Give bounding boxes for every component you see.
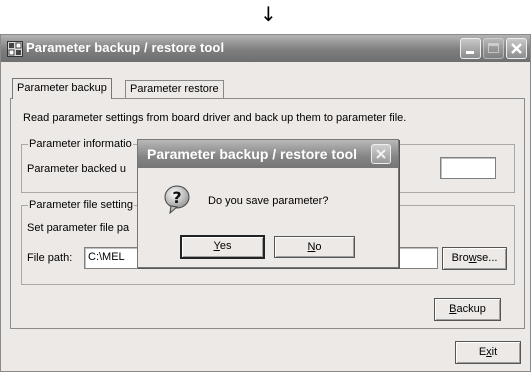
dialog-title-bar[interactable]: Parameter backup / restore tool xyxy=(138,140,398,168)
backup-button[interactable]: Backup xyxy=(434,298,501,321)
dialog-close-button[interactable] xyxy=(371,144,391,164)
minimize-button[interactable] xyxy=(460,38,481,59)
file-path-value: C:\MEL xyxy=(88,251,125,263)
down-arrow-indicator: ↓ xyxy=(260,2,277,26)
file-path-label: File path: xyxy=(27,252,73,264)
svg-text:?: ? xyxy=(172,188,181,207)
yes-button[interactable]: Yes xyxy=(180,235,265,259)
close-button[interactable] xyxy=(506,38,527,59)
browse-button[interactable]: Browse... xyxy=(442,247,507,270)
info-text: Parameter backed u xyxy=(27,163,127,175)
info-field xyxy=(440,157,496,179)
window-title: Parameter backup / restore tool xyxy=(26,40,225,55)
tab-label: Parameter backup xyxy=(17,82,107,94)
tab-parameter-restore[interactable]: Parameter restore xyxy=(125,80,224,98)
tab-parameter-backup[interactable]: Parameter backup xyxy=(12,78,112,99)
confirm-dialog: Parameter backup / restore tool ? Do you… xyxy=(137,139,399,268)
group-label: Parameter file setting xyxy=(28,199,134,212)
close-icon xyxy=(511,43,522,54)
dialog-title: Parameter backup / restore tool xyxy=(147,146,358,162)
question-icon: ? xyxy=(161,183,193,215)
exit-button[interactable]: Exit xyxy=(455,341,521,364)
dialog-message: Do you save parameter? xyxy=(208,195,329,207)
maximize-button[interactable] xyxy=(483,38,504,59)
set-file-text: Set parameter file pa xyxy=(27,222,130,234)
group-label: Parameter informatio xyxy=(28,138,133,151)
tab-label: Parameter restore xyxy=(130,83,219,95)
close-icon xyxy=(376,149,386,159)
maximize-icon xyxy=(488,43,499,53)
app-icon xyxy=(7,41,23,57)
title-bar[interactable]: Parameter backup / restore tool xyxy=(1,35,530,62)
description-text: Read parameter settings from board drive… xyxy=(23,112,407,124)
no-button[interactable]: No xyxy=(274,236,355,258)
minimize-icon xyxy=(466,51,474,54)
